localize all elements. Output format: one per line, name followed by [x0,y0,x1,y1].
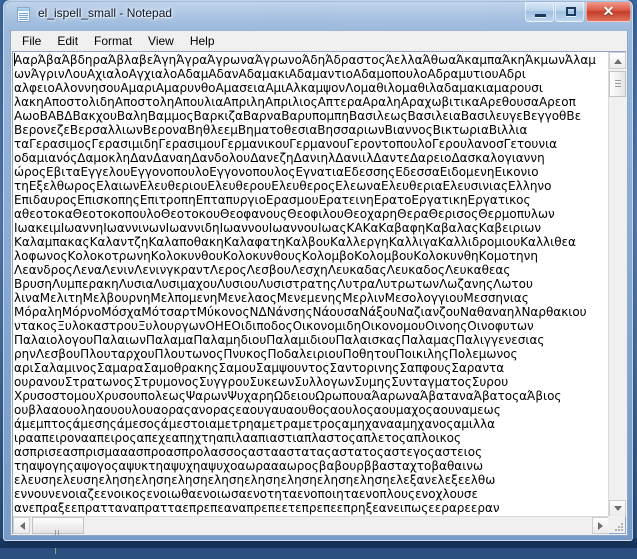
maximize-icon [566,7,576,16]
minimize-button[interactable] [525,2,554,22]
menu-item-file[interactable]: File [14,32,49,51]
minimize-icon [535,14,546,17]
text-line: τηΕξελθωροςΕλαιωνΕλευθεριουΕλευθερουΕλευ… [14,179,552,193]
close-icon: ✕ [602,3,615,19]
scroll-right-button[interactable] [592,517,609,534]
notepad-document-icon [17,7,33,23]
text-line: ΚαλαμπακαςΚαλαντζηΚαλαποθακηΚαλαφατηΚαλβ… [14,235,576,249]
text-line: ΕπιδαυροςΕπισκοπηςΕπιτροπηΕπταπυργιοΕρασ… [14,193,531,207]
text-line: ουβλααουοληαουουλουαοραςανοραςεαουγαυαου… [14,403,501,417]
menu-item-edit[interactable]: Edit [49,32,86,51]
text-line: ΛεανδροςΛεναΛενινΛενινγκραντΛεροςΛεσβουΛ… [14,263,511,277]
horizontal-scrollbar-track[interactable] [30,517,592,534]
text-line: εννουνενοιαζεενοικοςενοιωθαενοιωσαενοτητ… [14,487,479,501]
text-line: ΒρυσηΛυμπερακηΛυσιαΛυσιμαχουΛυσιουΛυσιστ… [14,277,533,291]
window-client-area: File Edit Format View Help ΑαρΆβαΆβδηραΆ… [10,30,628,554]
text-line: αλφειοΑλοννησουΑμαριΑμαρυνθοΑμασειαΑμιΑλ… [14,81,543,95]
menu-item-view[interactable]: View [140,32,182,51]
text-line: ντακοςΞυλοκαστρουΞυλουργωνΟΗΕΟιδιποδοςΟι… [14,319,534,333]
menu-item-format[interactable]: Format [86,32,140,51]
vertical-scrollbar[interactable] [608,52,626,517]
text-line: ΠαλαιολογουΠαλαιωνΠαλαμαΠαλαμηδιουΠαλαμι… [14,333,545,347]
document-text: ΑαρΆβαΆβδηραΆβλαβεΆγηΆγραΆγρωναΆγρωνοΆδη… [14,53,609,515]
text-line: ώροςΕβιταΕγγελουΕγγονοπουλοΕγγονοπουλοςΕ… [14,165,539,179]
text-line: ΧρυσοστομουΧρυσουπολεωςΨαρωνΨυχαρηΩδειου… [14,389,562,403]
resize-grip[interactable] [608,516,625,533]
text-line: αθεοτοκαΘεοτοκοπουλοΘεοτοκουΘεοφανουςΘεο… [14,207,555,221]
window-bottom-edge [4,534,634,540]
window-title: el_ispell_small - Notepad [38,6,173,20]
chevron-down-icon [614,506,622,511]
text-line: ΒερονεζεΒερσαλλιωνΒεροναΒηθλεεμΒηματοθεσ… [14,123,528,137]
text-line: ελευσηελευσηελησηελησηελησηελησηελησηελη… [14,473,496,487]
scroll-down-button[interactable] [609,500,626,517]
thumb-grip-icon [615,80,621,88]
title-bar[interactable]: el_ispell_small - Notepad ✕ [4,1,634,30]
chevron-left-icon [20,522,25,530]
text-line: ιρααπειρονααπειροςαπεχεαπηχτηαπιλααπιαστ… [14,431,462,445]
text-line: ΜόραληΜόρνοΜόσχαΜότσαρτΜύκονοςΝΔΝάνσηςΝά… [14,305,587,319]
text-caret [14,53,15,66]
vertical-scrollbar-track[interactable] [609,69,626,500]
text-line: ασπρισεασπρισμααασπροασπρολασσοςαστααστα… [14,445,483,459]
text-line: άμεμπτοςάμεσηςάμεσοςάμεστοιαμετρηαμετραμ… [14,417,496,431]
vertical-scrollbar-thumb[interactable] [609,71,626,97]
resize-grip-icon [612,520,623,531]
text-line: αριΣαλαμινοςΣαμαραΣαμοθρακηςΣαμουΣαμψουν… [14,361,505,375]
text-line: ρηνΛεσβουΠλουταρχουΠλουτωνοςΠνυκοςΠοδαλε… [14,347,518,361]
maximize-button[interactable] [555,2,584,22]
text-line: λιναΜελιτηΜελβουρνηΜελπομενηΜενελαοςΜενε… [14,291,529,305]
text-line: ΑωοΒΑΒΔΒακχουΒαληΒαμμοςΒαρκιζαΒαρναΒαρυπ… [14,109,582,123]
text-line: λοφωνοςΚολοκοτρωνηΚολοκυνθουΚολοκυνθουςΚ… [14,249,538,263]
text-editor[interactable]: ΑαρΆβαΆβδηραΆβλαβεΆγηΆγραΆγρωναΆγρωνοΆδη… [13,52,609,517]
window-controls: ✕ [524,2,631,23]
text-line: ουρανουΣτρατωνοςΣτρυμονοςΣυγγρουΣυκεωνΣυ… [14,375,509,389]
scroll-left-button[interactable] [13,517,30,534]
scroll-up-button[interactable] [609,52,626,69]
horizontal-scrollbar-thumb[interactable] [32,517,84,554]
text-line: οδαμιανόςΔαμοκληΔανΔαναηΔανδολουΔανεζηΔα… [14,151,545,165]
text-line: ταΓερασιμοςΓερασιμιδηΓερασιμουΓερμανικου… [14,137,558,151]
close-button[interactable]: ✕ [586,2,631,22]
chevron-up-icon [614,59,622,64]
editor-frame: ΑαρΆβαΆβδηραΆβλαβεΆγηΆγραΆγρωναΆγρωνοΆδη… [12,51,626,554]
menu-item-help[interactable]: Help [182,32,223,51]
thumb-grip-icon [55,523,63,554]
text-line: ΙωακειμΙωαννηΙωαννινωνΙωαννιδηΙωαννουΙωα… [14,221,542,235]
text-line: ΑαρΆβαΆβδηραΆβλαβεΆγηΆγραΆγρωναΆγρωνοΆδη… [14,53,596,67]
text-line: ωνΆγρινΛουΑχιαλοΑγχιαλοΑδαμΑδανΑδαμακιΑδ… [14,67,526,81]
text-line: λακηΑποστολιδηΑποστοληΑπουλιαΑπριληΑπριλ… [14,95,576,109]
menu-bar: File Edit Format View Help [11,31,627,51]
notepad-window: el_ispell_small - Notepad ✕ File Edit Fo… [3,0,634,554]
horizontal-scrollbar[interactable] [13,516,609,554]
text-line: τηαψογηςαψογοςαψυκτηαψυχηαψυχοαωραααωρος… [14,459,484,473]
text-line: ανεπραξεεπρατταναπρατταεπρεπεαναπρεπεετε… [14,501,500,515]
chevron-right-icon [598,522,603,530]
